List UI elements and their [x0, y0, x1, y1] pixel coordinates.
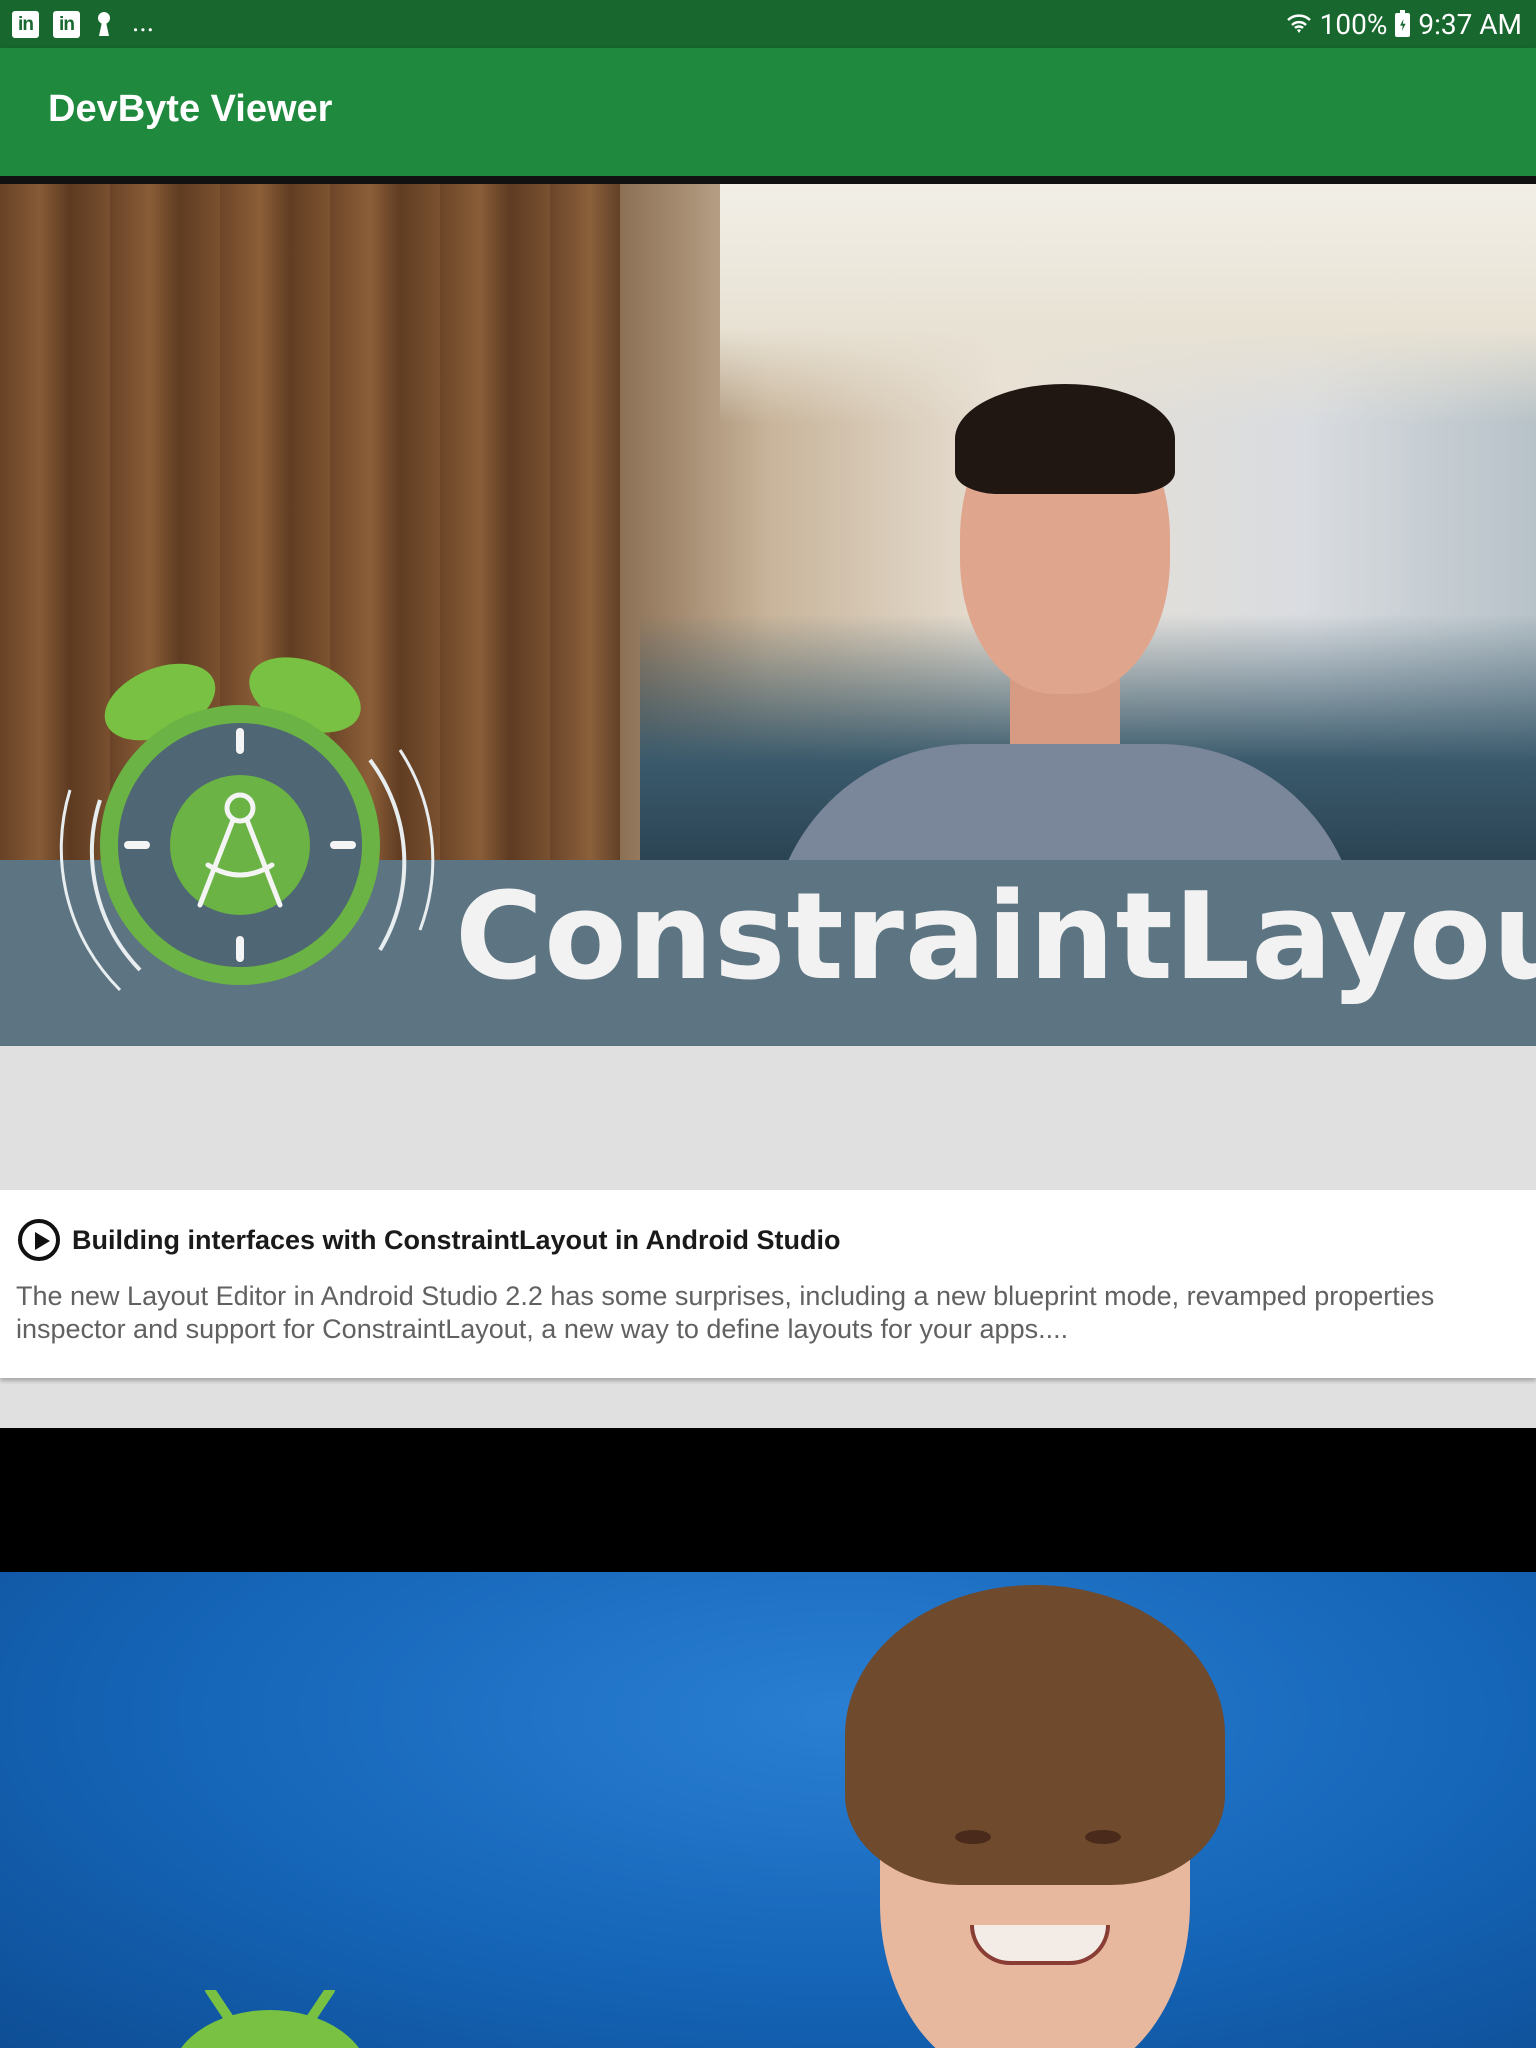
android-studio-clock-logo-icon — [59, 657, 435, 992]
presenter-eye — [955, 1830, 991, 1844]
battery-percent: 100% — [1319, 7, 1388, 41]
video-title: Building interfaces with ConstraintLayou… — [72, 1224, 841, 1255]
video-thumbnail[interactable] — [0, 1428, 1536, 2048]
presenter-hair — [955, 384, 1175, 494]
status-bar: in in ... 100% 9:37 AM — [0, 0, 1536, 48]
presenter-hair — [845, 1585, 1225, 1885]
play-icon[interactable] — [18, 1219, 60, 1261]
android-robot-icon — [181, 1990, 359, 2048]
linkedin-icon: in — [12, 10, 39, 38]
more-notifications-indicator: ... — [132, 5, 155, 38]
banner-text: ConstraintLayout — [455, 868, 1536, 1007]
keyhole-icon — [94, 10, 114, 38]
clock: 9:37 AM — [1418, 7, 1522, 41]
thumbnail-photo — [0, 1572, 1536, 2048]
app-bar: DevByte Viewer — [0, 48, 1536, 176]
office-ceiling — [720, 184, 1536, 424]
linkedin-icon: in — [53, 10, 80, 38]
system-status: 100% 9:37 AM — [1286, 7, 1522, 41]
notification-icons: in in ... — [12, 5, 155, 38]
video-card[interactable]: Building interfaces with ConstraintLayou… — [0, 1190, 1536, 1378]
presenter-eye — [1085, 1830, 1121, 1844]
presenter-smile — [970, 1925, 1110, 1965]
video-title-row[interactable]: Building interfaces with ConstraintLayou… — [18, 1218, 841, 1262]
app-bar-shadow — [0, 176, 1536, 184]
video-description: The new Layout Editor in Android Studio … — [16, 1281, 1435, 1344]
wifi-icon — [1286, 14, 1311, 33]
app-title: DevByte Viewer — [48, 88, 333, 130]
battery-charging-icon — [1395, 10, 1411, 37]
